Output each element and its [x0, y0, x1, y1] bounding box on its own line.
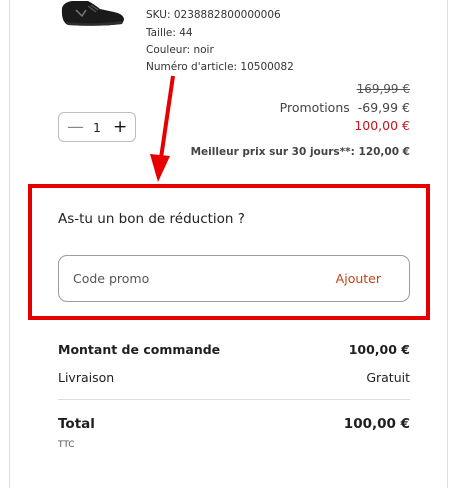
product-color: Couleur: noir [146, 44, 214, 56]
coupon-title: As-tu un bon de réduction ? [58, 211, 245, 227]
order-amount-row: Montant de commande 100,00 € [58, 342, 410, 357]
quantity-value: 1 [93, 119, 101, 135]
order-amount-label: Montant de commande [58, 342, 221, 357]
promo-code-placeholder[interactable]: Code promo [73, 271, 149, 286]
promo-code-field[interactable]: Code promo Ajouter [58, 255, 410, 302]
sale-price: 100,00 € [354, 118, 410, 133]
product-thumbnail[interactable] [58, 0, 128, 30]
decrease-quantity-button[interactable]: — [67, 117, 84, 137]
shipping-row: Livraison Gratuit [58, 370, 410, 385]
quantity-stepper: — 1 + [58, 112, 136, 142]
old-price: 169,99 € [356, 82, 410, 96]
order-amount-value: 100,00 € [348, 342, 410, 357]
total-label: Total [58, 416, 95, 432]
total-value: 100,00 € [343, 416, 410, 432]
product-sku: SKU: 0238882800000006 [146, 9, 281, 21]
promotion-label: Promotions [279, 100, 350, 115]
tax-note: TTC [58, 440, 75, 450]
shipping-label: Livraison [58, 370, 115, 385]
best-price-30-days: Meilleur prix sur 30 jours**: 120,00 € [190, 146, 410, 158]
summary-divider [58, 399, 410, 400]
total-row: Total 100,00 € [58, 416, 410, 432]
product-article-number: Numéro d'article: 10500082 [146, 61, 294, 73]
shipping-value: Gratuit [366, 370, 410, 385]
apply-promo-button[interactable]: Ajouter [336, 271, 381, 286]
promotion-row: Promotions -69,99 € [280, 100, 410, 115]
promotion-amount: -69,99 € [357, 100, 410, 115]
product-size: Taille: 44 [146, 27, 193, 39]
increase-quantity-button[interactable]: + [113, 117, 127, 137]
